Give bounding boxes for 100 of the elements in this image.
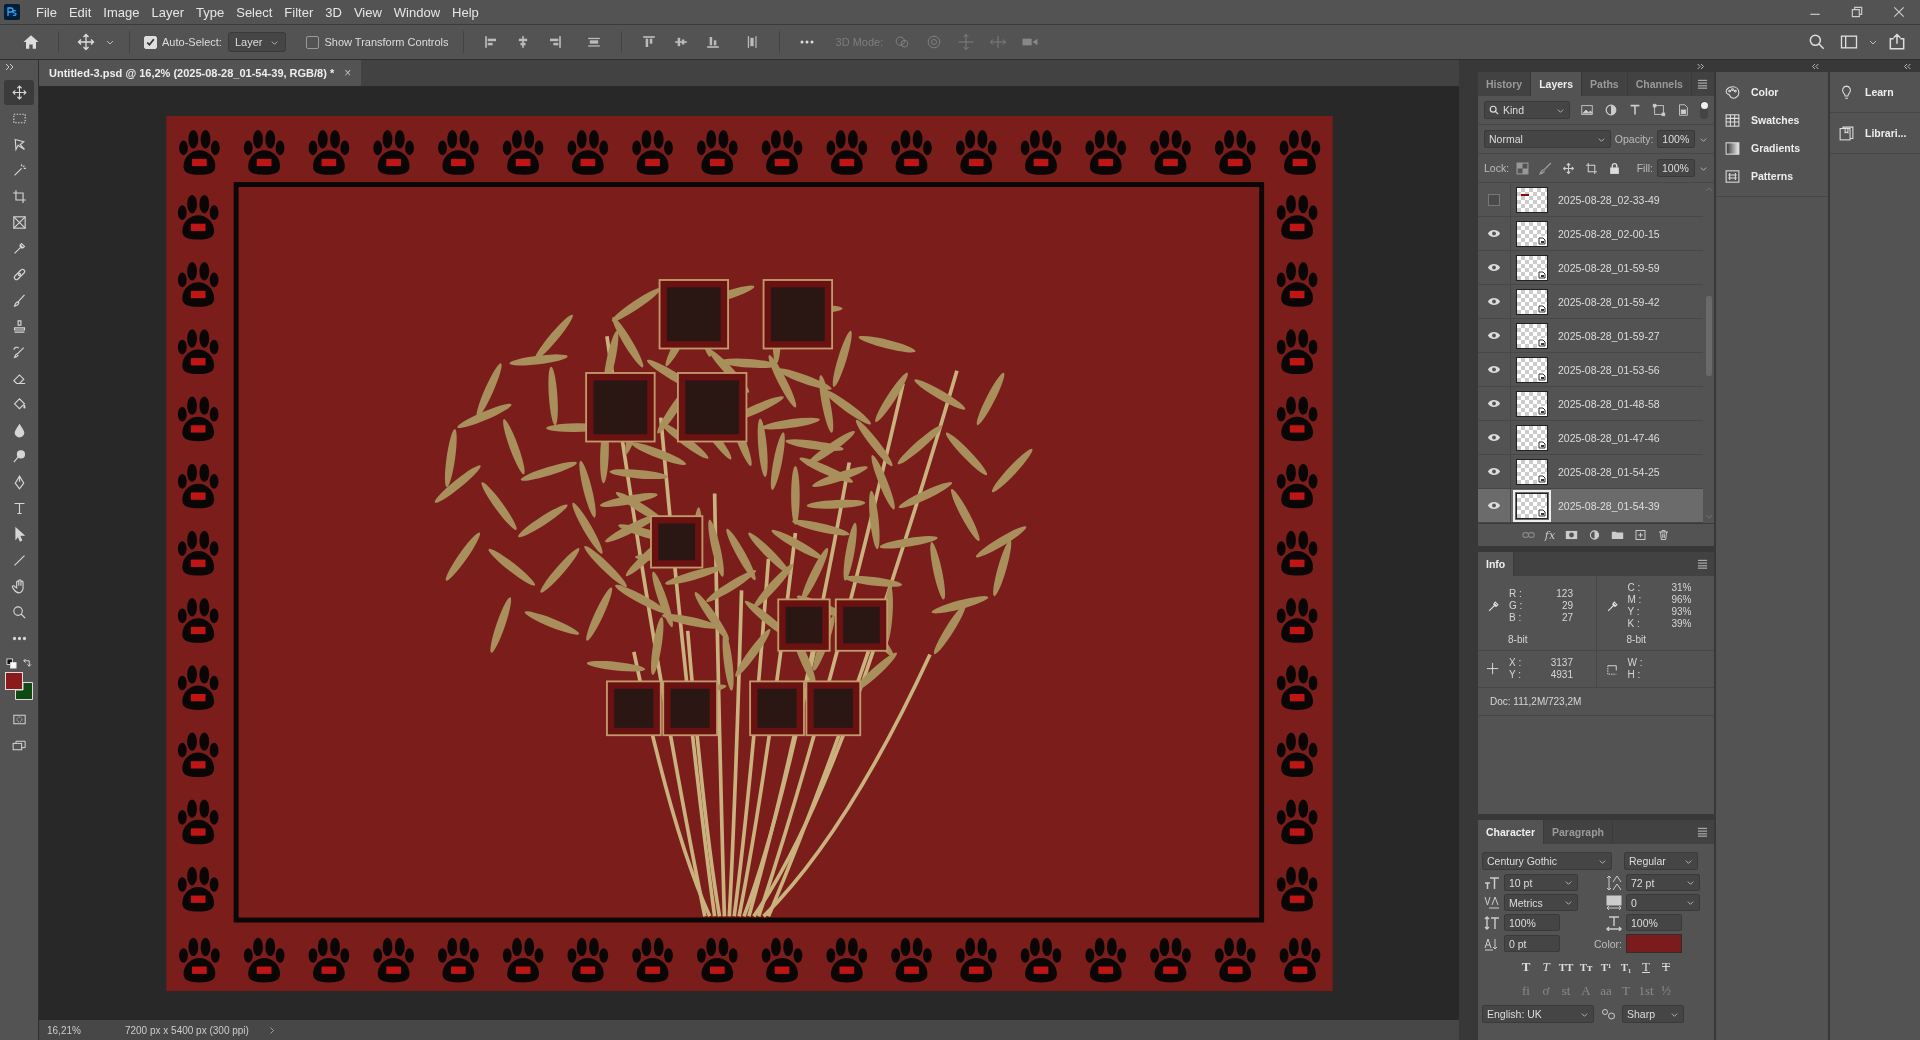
menu-item[interactable]: View [347, 4, 388, 20]
foreground-color-swatch[interactable] [5, 672, 23, 690]
folder-icon[interactable] [1611, 529, 1625, 541]
checkerboard-icon[interactable] [1516, 161, 1530, 175]
layer-style-button[interactable]: fx [1544, 528, 1556, 542]
layer-row[interactable]: 2025-08-28_01-53-56 [1478, 353, 1703, 387]
document-tab[interactable]: Untitled-3.psd @ 16,2% (2025-08-28_01-54-39, RGB/8) * × [39, 60, 362, 86]
language-dropdown[interactable]: English: UK [1482, 1005, 1594, 1023]
layer-row[interactable]: 2025-08-28_01-59-42 [1478, 285, 1703, 319]
panel-tab[interactable]: Channels [1627, 72, 1692, 96]
text-style-button[interactable]: T [1657, 957, 1675, 977]
panel-tab[interactable]: Paragraph [1544, 820, 1613, 844]
mask-icon[interactable] [1565, 529, 1579, 541]
fill-field[interactable]: 100% [1657, 159, 1695, 177]
eyedropper-icon[interactable] [1486, 598, 1501, 614]
move-icon[interactable] [76, 32, 96, 52]
horizontal-scale-field[interactable]: 100% [1626, 914, 1682, 931]
menu-item[interactable]: Help [446, 4, 485, 20]
panel-tab[interactable]: Info [1478, 552, 1515, 576]
menu-item[interactable]: Select [230, 4, 279, 20]
expand-icon[interactable] [1696, 62, 1706, 70]
eye-icon[interactable] [1487, 399, 1501, 408]
lock-icon[interactable] [1608, 161, 1622, 175]
layer-row[interactable]: 2025-08-28_01-47-46 [1478, 421, 1703, 455]
eye-icon[interactable] [1487, 433, 1501, 442]
menu-item[interactable]: 3D [319, 4, 348, 20]
panel-button[interactable]: Color [1716, 78, 1828, 106]
search-icon[interactable] [1807, 32, 1827, 52]
tracking-dropdown[interactable]: 0 [1626, 894, 1700, 911]
adjustment-icon[interactable] [1588, 529, 1602, 541]
panel-button[interactable]: Librari... [1830, 119, 1920, 147]
menu-item[interactable]: Edit [62, 4, 98, 20]
eye-icon[interactable] [1487, 365, 1501, 374]
menu-item[interactable]: File [30, 4, 63, 20]
menu-item[interactable]: Type [190, 4, 231, 20]
eye-icon[interactable] [1487, 229, 1501, 238]
swap-colors-icon[interactable] [21, 658, 32, 669]
font-style-dropdown[interactable]: Regular [1624, 852, 1698, 870]
image-filter-icon[interactable] [1580, 103, 1594, 117]
eye-icon[interactable] [1487, 331, 1501, 340]
layer-row[interactable]: 2025-08-28_01-59-59 [1478, 251, 1703, 285]
text-style-button[interactable]: Tт [1577, 957, 1595, 977]
new-layer-icon[interactable] [1634, 529, 1648, 541]
panel-button[interactable]: Gradients [1716, 134, 1828, 162]
auto-select-checkbox[interactable]: Auto-Select: [144, 35, 222, 49]
eye-icon[interactable] [1487, 467, 1501, 476]
panel-button[interactable]: Learn [1830, 78, 1920, 106]
brush-icon[interactable] [1539, 161, 1553, 175]
menu-item[interactable]: Image [97, 4, 146, 20]
text-style-button[interactable]: T [1517, 957, 1535, 977]
menu-item[interactable]: Window [387, 4, 447, 20]
restore-icon[interactable] [1850, 5, 1864, 19]
expand-icon[interactable] [4, 63, 16, 71]
menu-icon[interactable] [1697, 79, 1708, 89]
collapse-icon[interactable] [1902, 62, 1912, 70]
shape-filter-icon[interactable] [1652, 103, 1666, 117]
eye-icon[interactable] [1487, 297, 1501, 306]
visibility-toggle[interactable] [1488, 193, 1500, 206]
chevron-right-icon[interactable] [268, 1025, 275, 1035]
text-color-swatch[interactable] [1626, 934, 1682, 953]
panel-button[interactable]: Swatches [1716, 106, 1828, 134]
smart-object-filter-icon[interactable] [1676, 103, 1690, 117]
panel-button[interactable]: Patterns [1716, 162, 1828, 190]
layer-row[interactable]: 2025-08-28_01-59-27 [1478, 319, 1703, 353]
close-icon[interactable] [1892, 5, 1906, 19]
panel-tab[interactable]: Character [1478, 820, 1545, 844]
eye-icon[interactable] [1487, 263, 1501, 272]
menu-item[interactable]: Filter [278, 4, 320, 20]
blend-mode-dropdown[interactable]: Normal [1484, 130, 1611, 148]
text-style-button[interactable]: T [1637, 957, 1655, 977]
baseline-shift-field[interactable]: 0 pt [1504, 935, 1560, 952]
opacity-field[interactable]: 100% [1657, 130, 1696, 148]
font-size-dropdown[interactable]: 10 pt [1504, 874, 1578, 891]
menu-icon[interactable] [1697, 827, 1708, 837]
filter-toggle[interactable] [1700, 101, 1708, 119]
panel-tab[interactable]: Paths [1582, 72, 1628, 96]
tool-button[interactable] [4, 80, 34, 105]
trash-icon[interactable] [1657, 529, 1671, 541]
layer-row[interactable]: 2025-08-28_01-48-58 [1478, 387, 1703, 421]
leading-dropdown[interactable]: 72 pt [1626, 874, 1700, 891]
filter-dropdown[interactable]: Kind [1484, 101, 1570, 119]
type-filter-icon[interactable] [1628, 103, 1642, 117]
default-colors-icon[interactable] [6, 658, 17, 669]
move-icon[interactable] [1562, 161, 1576, 175]
layer-row[interactable]: 2025-08-28_02-33-49 [1478, 183, 1703, 217]
share-icon[interactable] [1887, 32, 1907, 52]
eye-icon[interactable] [1487, 501, 1501, 510]
text-style-button[interactable]: T¹ [1597, 957, 1615, 977]
kerning-dropdown[interactable]: Metrics [1504, 894, 1578, 911]
anti-aliasing-dropdown[interactable]: Sharp [1622, 1005, 1684, 1023]
vertical-scale-field[interactable]: 100% [1504, 914, 1560, 931]
close-tab-button[interactable]: × [344, 66, 352, 80]
layer-row[interactable]: 2025-08-28_01-54-39 [1478, 489, 1703, 523]
panel-tab[interactable]: Layers [1531, 72, 1583, 96]
collapse-icon[interactable] [1810, 62, 1820, 70]
font-family-dropdown[interactable]: Century Gothic [1482, 852, 1612, 870]
menu-icon[interactable] [1697, 559, 1708, 569]
text-style-button[interactable]: T₁ [1617, 957, 1635, 977]
artboard-icon[interactable] [1585, 161, 1599, 175]
show-transform-controls-checkbox[interactable]: Show Transform Controls [306, 35, 449, 49]
